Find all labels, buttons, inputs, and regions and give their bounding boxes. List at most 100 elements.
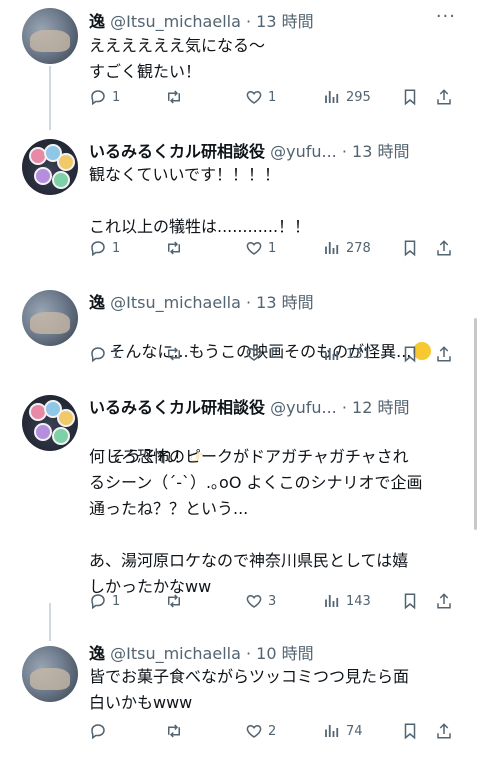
- like-icon: [246, 90, 262, 104]
- timestamp[interactable]: · 12 時間: [342, 398, 410, 417]
- reply-button[interactable]: 1: [89, 592, 120, 610]
- avatar[interactable]: [22, 646, 78, 702]
- view-count: 131: [346, 346, 371, 362]
- share-button[interactable]: [435, 88, 453, 106]
- reply-icon: [91, 594, 105, 610]
- like-count: 1: [268, 89, 277, 105]
- handle[interactable]: @yufu...: [270, 142, 337, 161]
- share-button[interactable]: [435, 345, 453, 363]
- reply-count: 1: [112, 240, 121, 256]
- reply-button[interactable]: 1: [89, 239, 120, 257]
- display-name[interactable]: いるみるくカル研相談役: [89, 142, 265, 161]
- bookmark-button[interactable]: [401, 88, 419, 106]
- avatar[interactable]: [22, 8, 78, 64]
- like-icon: [246, 594, 262, 608]
- share-icon: [437, 346, 451, 362]
- reply-icon: [91, 90, 105, 106]
- views-icon: [325, 242, 339, 254]
- display-name[interactable]: いるみるくカル研相談役: [89, 398, 265, 417]
- views-button[interactable]: 295: [323, 88, 371, 106]
- views-icon: [325, 725, 339, 737]
- like-button[interactable]: 1: [245, 345, 276, 363]
- avatar[interactable]: [22, 290, 78, 346]
- share-button[interactable]: [435, 239, 453, 257]
- tweet[interactable]: 逸 @Itsu_michaella · 13 時間 そんなに...もうこの映画そ…: [0, 283, 480, 383]
- timestamp[interactable]: · 13 時間: [342, 142, 410, 161]
- retweet-button[interactable]: [165, 345, 183, 363]
- bookmark-icon: [404, 593, 416, 610]
- avatar[interactable]: [22, 395, 78, 451]
- tweet[interactable]: いるみるくカル研相談役 @yufu... · 12 時間 そうそれ！☞ 何しろ恐…: [0, 388, 480, 633]
- retweet-button[interactable]: [165, 239, 183, 257]
- timestamp[interactable]: · 13 時間: [246, 12, 314, 31]
- tweet-header: いるみるくカル研相談役 @yufu... · 13 時間: [89, 138, 429, 162]
- retweet-button[interactable]: [165, 592, 183, 610]
- reply-button[interactable]: 1: [89, 88, 120, 106]
- bookmark-icon: [404, 89, 416, 106]
- tweet-text: 皆でお菓子食べながらツッコミつつ見たら面 白いかもwww: [89, 667, 410, 712]
- like-icon: [246, 347, 262, 361]
- tweet[interactable]: 逸 @Itsu_michaella · 13 時間 ··· ええええええ気になる…: [0, 0, 480, 130]
- tweet-header: 逸 @Itsu_michaella · 13 時間: [89, 8, 429, 32]
- handle[interactable]: @Itsu_michaella: [110, 293, 241, 312]
- share-icon: [437, 89, 451, 105]
- like-button[interactable]: 1: [245, 239, 276, 257]
- more-icon[interactable]: ···: [436, 6, 456, 27]
- bookmark-button[interactable]: [401, 239, 419, 257]
- bookmark-button[interactable]: [401, 592, 419, 610]
- bookmark-icon: [404, 723, 416, 740]
- retweet-icon: [168, 90, 180, 104]
- view-count: 295: [346, 89, 371, 105]
- share-icon: [437, 723, 451, 739]
- reply-button[interactable]: 1: [89, 345, 120, 363]
- like-button[interactable]: 2: [245, 722, 276, 740]
- views-button[interactable]: 143: [323, 592, 371, 610]
- views-icon: [325, 595, 339, 607]
- tweet-header: 逸 @Itsu_michaella · 13 時間: [89, 289, 429, 313]
- reply-icon: [91, 241, 105, 257]
- like-count: 3: [268, 593, 277, 609]
- action-bar: 1 1 278: [89, 239, 459, 263]
- tweet-text: 観なくていいです！！！！ これ以上の犠牲は............！！: [89, 165, 311, 236]
- bookmark-button[interactable]: [401, 722, 419, 740]
- views-button[interactable]: 74: [323, 722, 363, 740]
- display-name[interactable]: 逸: [89, 12, 105, 31]
- retweet-button[interactable]: [165, 88, 183, 106]
- share-icon: [437, 593, 451, 609]
- share-icon: [437, 240, 451, 256]
- views-button[interactable]: 131: [323, 345, 371, 363]
- display-name[interactable]: 逸: [89, 293, 105, 312]
- bookmark-icon: [404, 346, 416, 363]
- like-count: 1: [268, 346, 277, 362]
- scrollbar[interactable]: [474, 318, 477, 530]
- avatar[interactable]: [22, 139, 78, 195]
- reply-button[interactable]: [89, 722, 107, 740]
- tweet-header: いるみるくカル研相談役 @yufu... · 12 時間: [89, 394, 429, 418]
- share-button[interactable]: [435, 592, 453, 610]
- like-button[interactable]: 1: [245, 88, 276, 106]
- views-icon: [325, 91, 339, 103]
- reply-count: 1: [112, 89, 121, 105]
- tweet-text: 何しろ恐怖のピークがドアガチャガチャされ るシーン（´-`）.｡oO よくこのシ…: [89, 447, 423, 596]
- like-icon: [246, 241, 262, 255]
- bookmark-icon: [404, 240, 416, 257]
- share-button[interactable]: [435, 722, 453, 740]
- handle[interactable]: @Itsu_michaella: [110, 644, 241, 663]
- like-button[interactable]: 3: [245, 592, 276, 610]
- tweet[interactable]: 逸 @Itsu_michaella · 10 時間 皆でお菓子食べながらツッコミ…: [0, 640, 480, 758]
- handle[interactable]: @yufu...: [270, 398, 337, 417]
- reply-icon: [91, 724, 105, 740]
- action-bar: 1 1 131: [89, 345, 459, 369]
- display-name[interactable]: 逸: [89, 644, 105, 663]
- tweet[interactable]: いるみるくカル研相談役 @yufu... · 13 時間 観なくていいです！！！…: [0, 130, 480, 276]
- retweet-icon: [168, 241, 180, 255]
- views-button[interactable]: 278: [323, 239, 371, 257]
- timestamp[interactable]: · 10 時間: [246, 644, 314, 663]
- handle[interactable]: @Itsu_michaella: [110, 12, 241, 31]
- action-bar: 2 74: [89, 722, 459, 746]
- retweet-button[interactable]: [165, 722, 183, 740]
- view-count: 143: [346, 593, 371, 609]
- reply-count: 1: [112, 346, 121, 362]
- bookmark-button[interactable]: [401, 345, 419, 363]
- timestamp[interactable]: · 13 時間: [246, 293, 314, 312]
